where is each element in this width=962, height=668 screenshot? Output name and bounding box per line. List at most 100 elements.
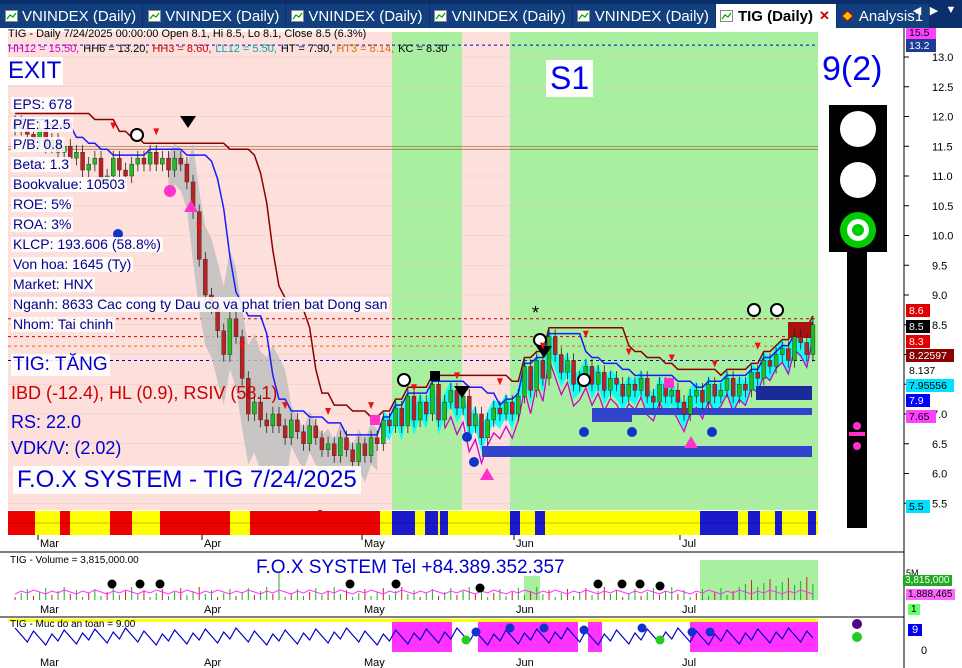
support-box — [482, 446, 812, 457]
candle — [749, 372, 754, 391]
candle — [503, 401, 509, 415]
candle — [645, 378, 650, 397]
chart-tab-icon — [577, 10, 591, 23]
candle — [301, 431, 306, 444]
fund-roe: ROE: 5% — [11, 196, 74, 212]
candle — [368, 437, 374, 456]
volume-dot-icon — [617, 579, 627, 589]
level-readout: HH12 = 15.50, HH6 = 13.20, HH3 = 8.60, L… — [8, 43, 447, 55]
axis-tick-label: 8.5 — [932, 320, 947, 332]
tab-scroll-right-icon[interactable]: ▶ — [927, 4, 941, 26]
tab-tig[interactable]: TIG (Daily) ✕ — [715, 4, 836, 28]
candle — [135, 157, 141, 165]
axis-tick-label: 11.5 — [932, 141, 953, 153]
chart-title: TIG - Daily 7/24/2025 00:00:00 Open 8.1,… — [8, 28, 367, 40]
candle — [546, 336, 552, 379]
signal-strip: Mar Apr May Jun Jul — [0, 511, 904, 553]
candle — [381, 419, 386, 444]
price-tag-label: 13.2 — [909, 40, 930, 52]
chart-tab-icon — [290, 10, 304, 23]
candle — [92, 157, 98, 165]
candle — [724, 378, 730, 391]
candle — [399, 407, 404, 427]
candle — [528, 366, 533, 391]
candle — [154, 151, 159, 165]
ibd-label: IBD (-12.4), HL (0.9), RSIV (58.1) — [11, 383, 278, 403]
fund-bookvalue: Bookvalue: 10503 — [11, 176, 128, 192]
candle — [491, 407, 496, 421]
month-label: Mar — [40, 604, 59, 616]
candle — [743, 384, 748, 391]
pole-marker — [849, 432, 865, 436]
level-ht3: HT3 = 8.14, — [336, 43, 395, 55]
black-square-icon — [430, 371, 440, 381]
candle — [405, 395, 411, 427]
pole-marker — [853, 422, 861, 430]
volume-dot-icon — [107, 579, 117, 589]
candle — [141, 157, 147, 165]
month-label: Mar — [40, 538, 59, 550]
phone-label: F.O.X SYSTEM Tel +84.389.352.357 — [256, 557, 565, 578]
candle — [362, 443, 368, 456]
pole-marker — [853, 442, 861, 450]
candle — [233, 318, 239, 337]
month-label: Jun — [516, 657, 534, 668]
candle — [147, 151, 153, 165]
tab-bar: VNINDEX (Daily) VNINDEX (Daily) VNINDEX … — [0, 0, 962, 28]
candle — [270, 413, 276, 427]
candle — [203, 259, 208, 296]
candle — [534, 360, 539, 391]
tab-vnindex-5[interactable]: VNINDEX (Daily) — [572, 4, 715, 28]
tab-scroll-left-icon[interactable]: ◀ — [910, 4, 924, 26]
candle — [804, 342, 809, 355]
candle — [706, 384, 711, 403]
safety-zone — [588, 622, 602, 652]
axis-tick-label: 12.5 — [932, 82, 953, 94]
month-label: May — [364, 604, 385, 616]
safety-dot-icon — [539, 623, 549, 633]
candle — [454, 390, 460, 409]
candle — [442, 401, 447, 421]
candle — [559, 354, 564, 373]
price-tag-label: 5.5 — [909, 501, 924, 513]
candle — [166, 157, 171, 171]
axis-tick-label: 6.0 — [932, 469, 947, 481]
vdk-label: VDK/V: (2.02) — [11, 438, 122, 458]
candle — [694, 390, 699, 397]
analysis-tab-icon — [841, 10, 855, 23]
tab-vnindex-2[interactable]: VNINDEX (Daily) — [143, 4, 286, 28]
month-label: Apr — [204, 538, 221, 550]
month-label: Mar — [40, 657, 59, 668]
axis-tick-label: 10.5 — [932, 201, 953, 213]
candle — [295, 419, 300, 433]
candle — [448, 390, 454, 403]
number-badge-icon — [462, 432, 472, 442]
tab-list-icon[interactable]: ▼ — [944, 4, 958, 26]
rs-label: RS: 22.0 — [11, 412, 82, 432]
candle — [282, 425, 288, 438]
month-label: Apr — [204, 657, 221, 668]
candle — [687, 395, 693, 415]
candle — [160, 157, 165, 165]
fund-pe: P/E: 12.5 — [11, 116, 73, 132]
safety-dot-icon — [655, 635, 665, 645]
fund-nganh: Nganh: 8633 Cac cong ty Dau co va phat t… — [11, 296, 390, 312]
tab-vnindex-4[interactable]: VNINDEX (Daily) — [429, 4, 572, 28]
axis-tick-label: 6.5 — [932, 439, 947, 451]
candle — [258, 401, 263, 421]
tab-vnindex-3[interactable]: VNINDEX (Daily) — [286, 4, 429, 28]
volume-small-tag: 1 — [908, 604, 920, 615]
tab-vnindex-1[interactable]: VNINDEX (Daily) — [0, 4, 143, 28]
candle — [460, 395, 466, 409]
number-badge-icon — [707, 427, 717, 437]
support-box — [756, 386, 812, 400]
volume-dot-icon — [635, 579, 645, 589]
traffic-light-pole — [847, 252, 867, 528]
close-tab-icon[interactable]: ✕ — [819, 8, 830, 24]
candle — [712, 384, 717, 397]
safety-dot-icon — [687, 627, 697, 637]
level-ll12: LL12 = 5.50, — [215, 43, 277, 55]
fund-eps: EPS: 678 — [11, 96, 75, 112]
candle — [289, 419, 294, 439]
number-badge-icon — [579, 427, 589, 437]
